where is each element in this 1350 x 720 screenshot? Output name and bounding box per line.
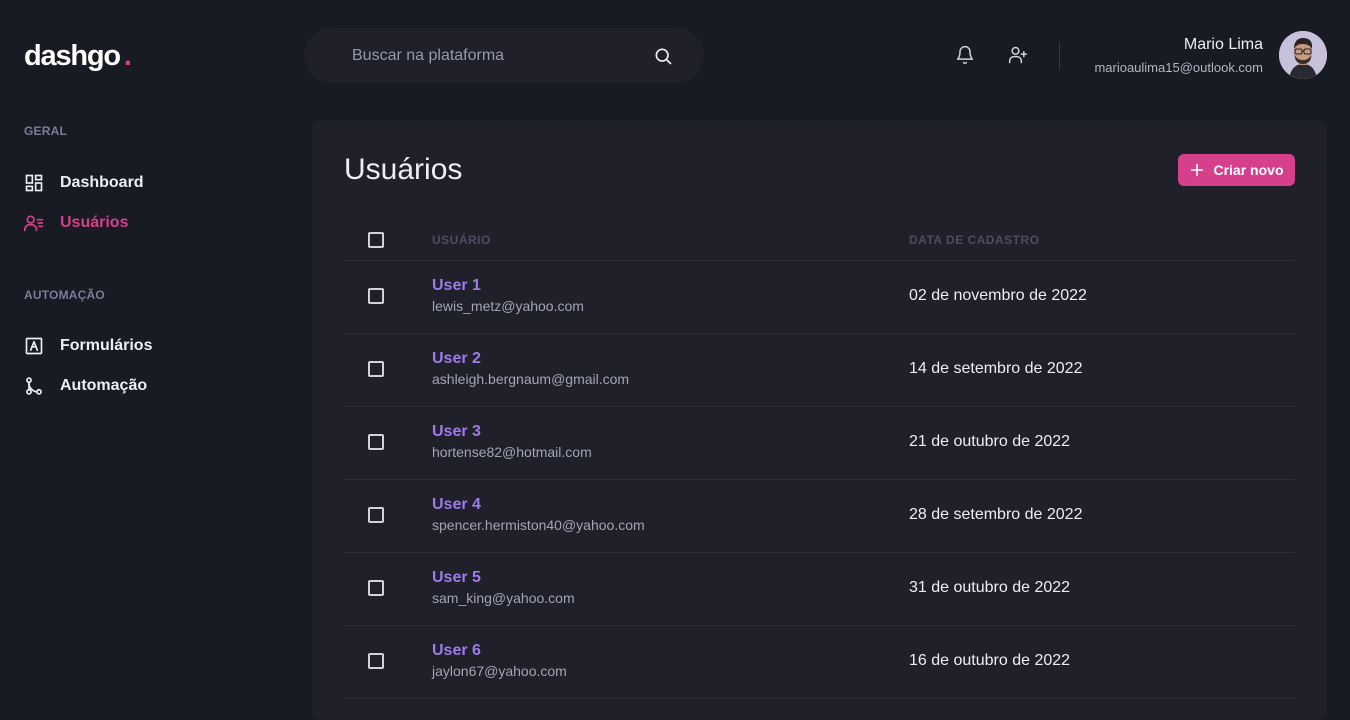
row-checkbox[interactable] bbox=[368, 653, 384, 669]
user-email: spencer.hermiston40@yahoo.com bbox=[432, 517, 645, 533]
git-merge-icon bbox=[26, 377, 42, 395]
user-email: lewis_metz@yahoo.com bbox=[432, 298, 584, 314]
bell-icon[interactable] bbox=[955, 45, 975, 65]
sidebar-item-label: Usuários bbox=[60, 214, 129, 231]
user-email: sam_king@yahoo.com bbox=[432, 590, 575, 606]
profile-email: marioaulima15@outlook.com bbox=[1094, 60, 1263, 75]
user-date: 28 de setembro de 2022 bbox=[909, 506, 1083, 523]
table-row: User 1 lewis_metz@yahoo.com 02 de novemb… bbox=[344, 261, 1295, 334]
create-user-button[interactable]: Criar novo bbox=[1178, 154, 1295, 186]
user-add-icon[interactable] bbox=[1008, 45, 1028, 65]
sidebar-section-title: GERAL bbox=[24, 124, 67, 138]
table-row: User 5 sam_king@yahoo.com 31 de outubro … bbox=[344, 553, 1295, 626]
row-checkbox[interactable] bbox=[368, 580, 384, 596]
header-divider bbox=[1059, 42, 1060, 70]
users-icon bbox=[24, 215, 44, 232]
table-header: USUÁRIO DATA DE CADASTRO bbox=[344, 220, 1295, 261]
user-name-link[interactable]: User 2 bbox=[432, 350, 481, 368]
users-table: USUÁRIO DATA DE CADASTRO User 1 lewis_me… bbox=[344, 220, 1295, 699]
sidebar-section-title: AUTOMAÇÃO bbox=[24, 288, 105, 302]
create-button-label: Criar novo bbox=[1213, 162, 1284, 178]
user-email: jaylon67@yahoo.com bbox=[432, 663, 567, 679]
column-header-data-cadastro: DATA DE CADASTRO bbox=[909, 233, 1040, 247]
logo-text: dashgo bbox=[24, 40, 121, 72]
table-row: User 2 ashleigh.bergnaum@gmail.com 14 de… bbox=[344, 334, 1295, 407]
user-name-link[interactable]: User 1 bbox=[432, 277, 481, 295]
row-checkbox[interactable] bbox=[368, 288, 384, 304]
plus-icon bbox=[1191, 163, 1204, 177]
user-date: 31 de outubro de 2022 bbox=[909, 579, 1071, 596]
header: dashgo. Mario Lima marioaulima15@outlook… bbox=[0, 0, 1350, 110]
row-checkbox[interactable] bbox=[368, 434, 384, 450]
column-header-usuario: USUÁRIO bbox=[432, 233, 491, 247]
sidebar-item-label: Dashboard bbox=[60, 174, 144, 191]
sidebar-item-label: Formulários bbox=[60, 337, 153, 354]
user-date: 02 de novembro de 2022 bbox=[909, 287, 1087, 304]
sidebar-item-dashboard[interactable]: Dashboard bbox=[24, 171, 144, 195]
page-title: Usuários bbox=[344, 153, 463, 186]
table-row: User 3 hortense82@hotmail.com 21 de outu… bbox=[344, 407, 1295, 480]
row-checkbox[interactable] bbox=[368, 507, 384, 523]
user-date: 16 de outubro de 2022 bbox=[909, 652, 1071, 669]
logo-dot: . bbox=[123, 40, 132, 72]
user-name-link[interactable]: User 6 bbox=[432, 642, 481, 660]
sidebar-item-formularios[interactable]: Formulários bbox=[24, 334, 152, 358]
profile-name: Mario Lima bbox=[1183, 36, 1263, 53]
avatar[interactable] bbox=[1279, 31, 1327, 79]
row-checkbox[interactable] bbox=[368, 361, 384, 377]
form-icon bbox=[25, 337, 43, 355]
sidebar-item-usuarios[interactable]: Usuários bbox=[24, 211, 128, 235]
search-input[interactable] bbox=[352, 28, 642, 83]
dashboard-icon bbox=[25, 174, 43, 192]
user-date: 21 de outubro de 2022 bbox=[909, 433, 1071, 450]
search-icon[interactable] bbox=[653, 46, 673, 66]
table-row: User 4 spencer.hermiston40@yahoo.com 28 … bbox=[344, 480, 1295, 553]
sidebar-item-label: Automação bbox=[60, 377, 148, 394]
logo[interactable]: dashgo. bbox=[24, 38, 132, 74]
user-name-link[interactable]: User 5 bbox=[432, 569, 481, 587]
sidebar: GERAL Dashboard Usuários AUTOMAÇÃO Formu… bbox=[0, 110, 300, 710]
select-all-checkbox[interactable] bbox=[368, 232, 384, 248]
user-name-link[interactable]: User 4 bbox=[432, 496, 481, 514]
table-row: User 6 jaylon67@yahoo.com 16 de outubro … bbox=[344, 626, 1295, 699]
user-date: 14 de setembro de 2022 bbox=[909, 360, 1083, 377]
sidebar-item-automacao[interactable]: Automação bbox=[24, 374, 147, 398]
user-email: hortense82@hotmail.com bbox=[432, 444, 592, 460]
user-name-link[interactable]: User 3 bbox=[432, 423, 481, 441]
search-bar bbox=[304, 28, 704, 83]
user-email: ashleigh.bergnaum@gmail.com bbox=[432, 371, 630, 387]
users-panel: Usuários Criar novo USUÁRIO DATA DE CADA… bbox=[312, 120, 1327, 720]
